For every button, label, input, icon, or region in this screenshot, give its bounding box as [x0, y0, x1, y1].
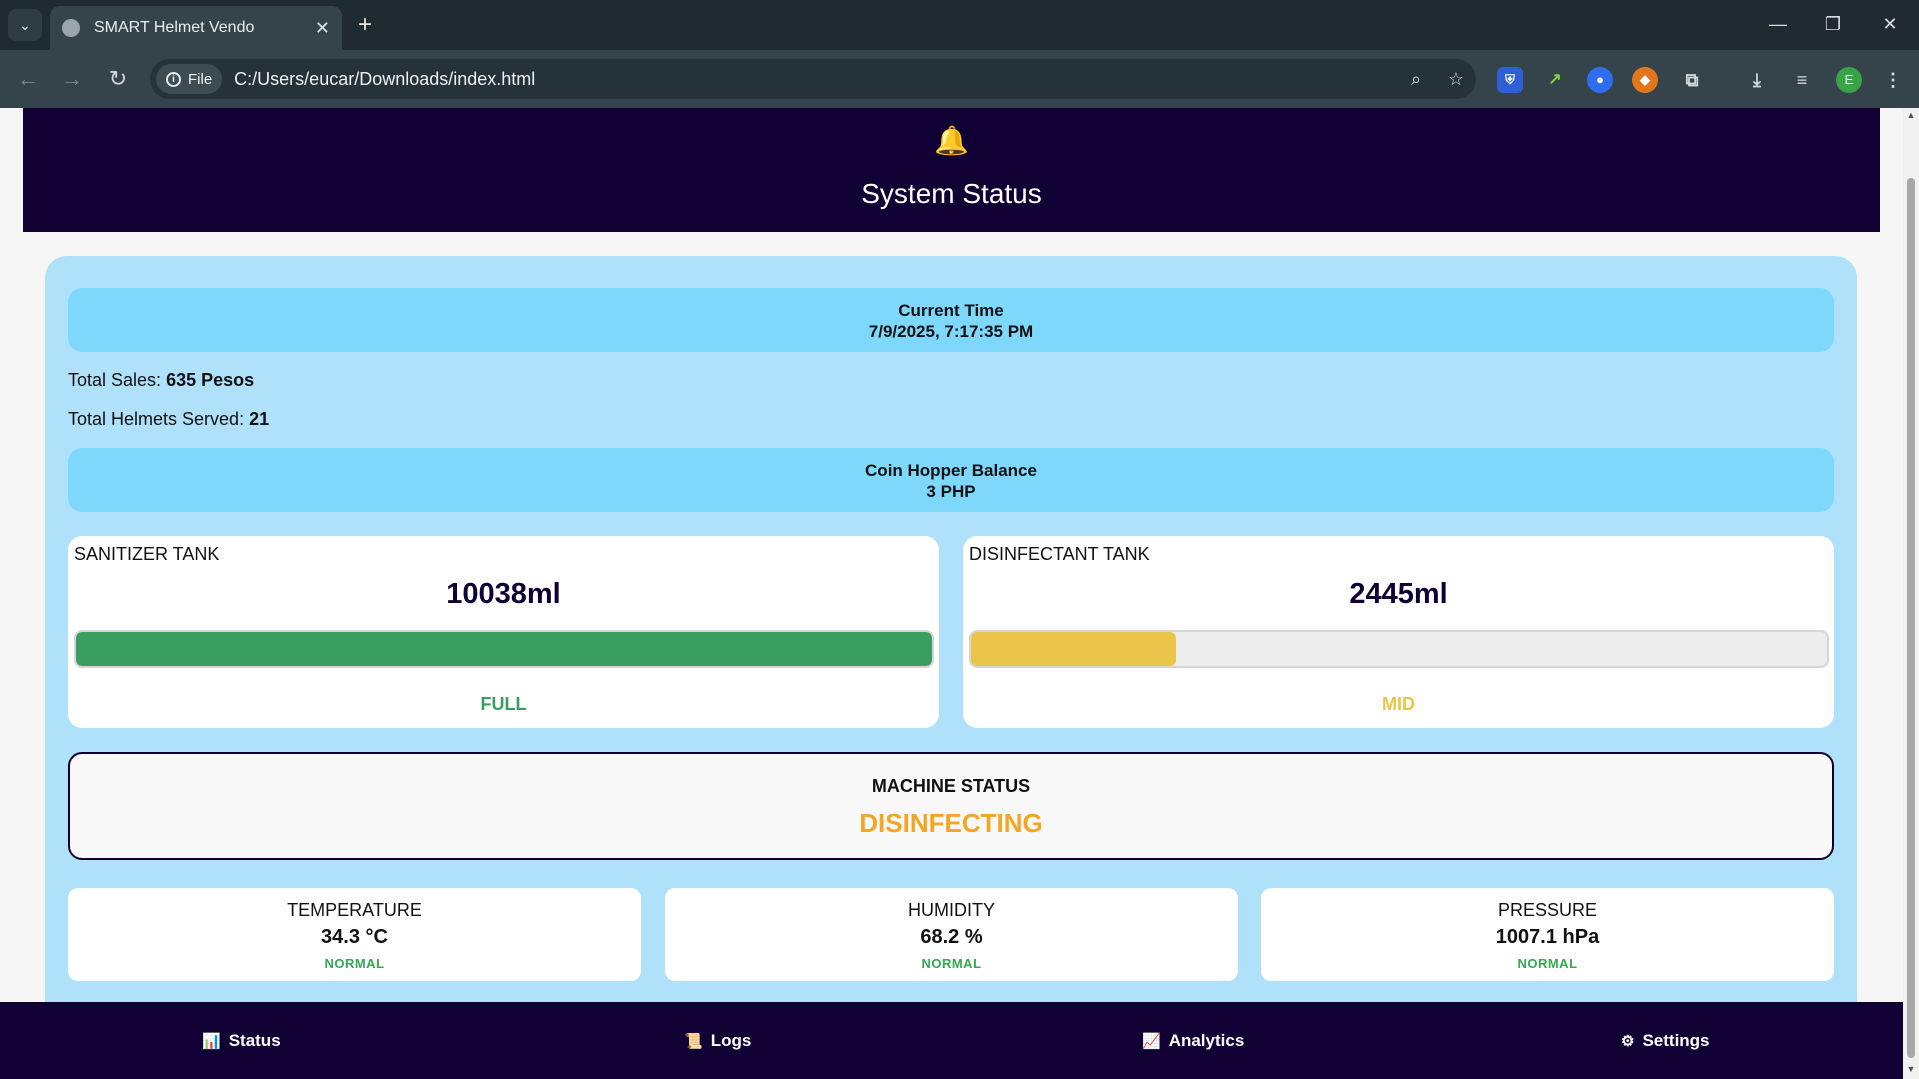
- extension-circle-icon[interactable]: ●: [1587, 67, 1613, 93]
- coin-hopper-label: Coin Hopper Balance: [865, 461, 1037, 480]
- total-sales-value: 635 Pesos: [166, 370, 255, 390]
- browser-toolbar: ← → ↻ i File C:/Users/eucar/Downloads/in…: [0, 50, 1919, 108]
- temperature-card: TEMPERATURE 34.3 °C NORMAL: [68, 888, 641, 981]
- page-title: System Status: [861, 178, 1042, 209]
- total-helmets-value: 21: [249, 409, 270, 429]
- nav-settings[interactable]: ⚙ Settings: [1621, 1002, 1710, 1079]
- bell-icon: 🔔: [934, 125, 969, 156]
- nav-label: Analytics: [1168, 1030, 1245, 1050]
- bottom-nav: 📊 Status 📜 Logs 📈 Analytics ⚙ Settings: [0, 1002, 1903, 1079]
- current-time-box: Current Time 7/9/2025, 7:17:35 PM: [68, 288, 1834, 352]
- sensor-label: TEMPERATURE: [287, 900, 422, 920]
- site-info-label: File: [188, 70, 213, 88]
- tab-close-icon[interactable]: ✕: [315, 18, 330, 39]
- tab-search-chevron-icon[interactable]: ⌄: [8, 9, 42, 41]
- page-scrollbar[interactable]: ▲ ▼: [1903, 108, 1919, 1079]
- nav-label: Status: [228, 1030, 281, 1050]
- reload-icon[interactable]: ↻: [104, 65, 132, 93]
- info-icon: i: [166, 71, 181, 87]
- sensor-value: 68.2 %: [920, 926, 983, 948]
- sensor-label: HUMIDITY: [908, 900, 995, 920]
- address-bar[interactable]: i File C:/Users/eucar/Downloads/index.ht…: [150, 59, 1476, 99]
- nav-logs[interactable]: 📜 Logs: [684, 1002, 751, 1079]
- tank-level-fill: [76, 632, 932, 666]
- machine-status-value: DISINFECTING: [859, 808, 1043, 838]
- humidity-card: HUMIDITY 68.2 % NORMAL: [665, 888, 1238, 981]
- tank-level-text: MID: [1382, 694, 1415, 714]
- globe-icon: [62, 19, 80, 37]
- sensor-label: PRESSURE: [1497, 900, 1598, 920]
- url-text[interactable]: C:/Users/eucar/Downloads/index.html: [234, 69, 1396, 90]
- sanitizer-tank-card: SANITIZER TANK 10038ml FULL: [68, 536, 939, 728]
- total-sales-label: Total Sales:: [68, 370, 162, 390]
- download-icon[interactable]: ⤓: [1744, 67, 1770, 93]
- forward-arrow-icon[interactable]: →: [58, 65, 86, 93]
- tank-label: DISINFECTANT TANK: [969, 544, 1150, 564]
- sensor-status: NORMAL: [324, 956, 385, 971]
- back-arrow-icon[interactable]: ←: [14, 65, 42, 93]
- minimize-icon[interactable]: —: [1756, 8, 1800, 40]
- profile-avatar[interactable]: E: [1836, 67, 1862, 93]
- sensor-value: 1007.1 hPa: [1495, 926, 1600, 948]
- nav-label: Logs: [710, 1030, 752, 1050]
- tank-level-bar: [74, 630, 934, 668]
- trend-chart-icon: 📈: [1142, 1032, 1161, 1050]
- bookmark-star-icon[interactable]: ☆: [1436, 69, 1476, 90]
- extensions-puzzle-icon[interactable]: ⧉: [1679, 67, 1705, 93]
- browser-tab-bar: ⌄ SMART Helmet Vendo ✕ + — ❐ ✕: [0, 0, 1919, 50]
- current-time-value: 7/9/2025, 7:17:35 PM: [868, 322, 1034, 341]
- nav-analytics[interactable]: 📈 Analytics: [1142, 1002, 1244, 1079]
- tank-level-fill: [971, 632, 1177, 666]
- tank-level-text: FULL: [480, 694, 527, 714]
- nav-label: Settings: [1642, 1030, 1710, 1050]
- extension-chart-icon[interactable]: ↗: [1542, 67, 1568, 93]
- browser-menu-icon[interactable]: ⋮: [1880, 67, 1906, 93]
- site-info-chip[interactable]: i File: [156, 64, 223, 94]
- new-tab-plus-icon[interactable]: +: [352, 12, 378, 38]
- status-panel: Current Time 7/9/2025, 7:17:35 PM Total …: [45, 256, 1857, 1079]
- coin-hopper-box: Coin Hopper Balance 3 PHP: [68, 448, 1834, 512]
- current-time-label: Current Time: [898, 301, 1004, 320]
- window-close-icon[interactable]: ✕: [1868, 8, 1912, 40]
- machine-status-box: MACHINE STATUS DISINFECTING: [68, 752, 1834, 860]
- extension-shield-icon[interactable]: ⛨: [1497, 67, 1523, 93]
- tank-value: 10038ml: [446, 578, 561, 610]
- sensor-value: 34.3 °C: [321, 926, 388, 948]
- nav-status[interactable]: 📊 Status: [202, 1002, 281, 1079]
- extension-fox-icon[interactable]: ◆: [1632, 67, 1658, 93]
- scroll-thumb[interactable]: [1907, 178, 1915, 1058]
- scroll-icon: 📜: [684, 1032, 703, 1050]
- sensor-status: NORMAL: [921, 956, 982, 971]
- total-helmets-label: Total Helmets Served:: [68, 409, 245, 429]
- total-sales: Total Sales: 635 Pesos: [68, 370, 254, 391]
- disinfectant-tank-card: DISINFECTANT TANK 2445ml MID: [963, 536, 1834, 728]
- coin-hopper-value: 3 PHP: [926, 482, 976, 501]
- media-queue-icon[interactable]: ≡: [1789, 67, 1815, 93]
- machine-status-label: MACHINE STATUS: [871, 776, 1031, 796]
- browser-tab[interactable]: SMART Helmet Vendo ✕: [50, 6, 342, 50]
- tank-label: SANITIZER TANK: [74, 544, 220, 564]
- scroll-up-icon[interactable]: ▲: [1906, 110, 1916, 120]
- total-helmets: Total Helmets Served: 21: [68, 409, 269, 430]
- page-header: 🔔 System Status: [23, 108, 1880, 232]
- restore-icon[interactable]: ❐: [1811, 8, 1855, 40]
- sensor-status: NORMAL: [1517, 956, 1578, 971]
- tank-level-bar: [969, 630, 1829, 668]
- pressure-card: PRESSURE 1007.1 hPa NORMAL: [1261, 888, 1834, 981]
- bar-chart-icon: 📊: [202, 1032, 221, 1050]
- page-viewport: 🔔 System Status Current Time 7/9/2025, 7…: [0, 108, 1903, 1079]
- tab-title: SMART Helmet Vendo: [94, 19, 255, 36]
- scroll-down-icon[interactable]: ▼: [1906, 1064, 1916, 1074]
- zoom-icon[interactable]: ⌕: [1396, 69, 1436, 90]
- gear-icon: ⚙: [1621, 1032, 1635, 1050]
- tank-value: 2445ml: [1349, 578, 1448, 610]
